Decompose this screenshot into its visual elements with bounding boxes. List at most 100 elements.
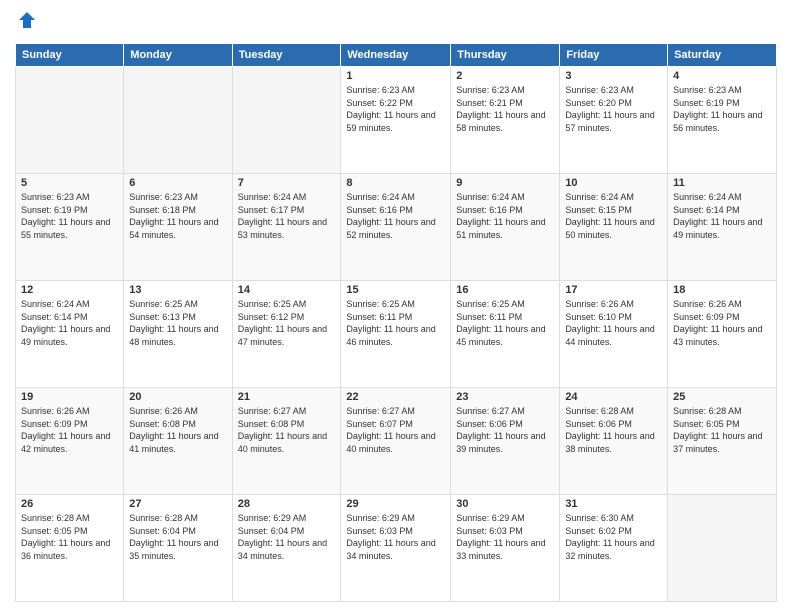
calendar-week-4: 19 Sunrise: 6:26 AMSunset: 6:09 PMDayligh… <box>16 388 777 495</box>
calendar-cell <box>124 67 232 174</box>
day-info: Sunrise: 6:24 AMSunset: 6:16 PMDaylight:… <box>346 192 435 240</box>
day-info: Sunrise: 6:27 AMSunset: 6:08 PMDaylight:… <box>238 406 327 454</box>
day-info: Sunrise: 6:28 AMSunset: 6:05 PMDaylight:… <box>21 513 110 561</box>
day-number: 26 <box>21 498 118 510</box>
day-number: 13 <box>129 284 226 296</box>
day-number: 6 <box>129 177 226 189</box>
day-info: Sunrise: 6:25 AMSunset: 6:12 PMDaylight:… <box>238 299 327 347</box>
day-number: 4 <box>673 70 771 82</box>
logo-icon <box>17 10 37 30</box>
calendar-cell: 5 Sunrise: 6:23 AMSunset: 6:19 PMDaylight… <box>16 174 124 281</box>
calendar-cell: 13 Sunrise: 6:25 AMSunset: 6:13 PMDayligh… <box>124 281 232 388</box>
day-number: 27 <box>129 498 226 510</box>
day-number: 15 <box>346 284 445 296</box>
day-number: 22 <box>346 391 445 403</box>
calendar-cell: 8 Sunrise: 6:24 AMSunset: 6:16 PMDaylight… <box>341 174 451 281</box>
calendar-body: 1 Sunrise: 6:23 AMSunset: 6:22 PMDaylight… <box>16 67 777 602</box>
day-number: 8 <box>346 177 445 189</box>
day-number: 16 <box>456 284 554 296</box>
day-info: Sunrise: 6:27 AMSunset: 6:07 PMDaylight:… <box>346 406 435 454</box>
calendar-cell: 25Sunrise: 6:28 AMSunset: 6:05 PMDayligh… <box>668 388 777 495</box>
calendar-cell: 20 Sunrise: 6:26 AMSunset: 6:08 PMDayligh… <box>124 388 232 495</box>
day-info: Sunrise: 6:23 AMSunset: 6:19 PMDaylight:… <box>673 85 762 133</box>
calendar-cell: 6 Sunrise: 6:23 AMSunset: 6:18 PMDaylight… <box>124 174 232 281</box>
day-info: Sunrise: 6:28 AMSunset: 6:04 PMDaylight:… <box>129 513 218 561</box>
calendar-cell: 22 Sunrise: 6:27 AMSunset: 6:07 PMDayligh… <box>341 388 451 495</box>
calendar-cell: 9 Sunrise: 6:24 AMSunset: 6:16 PMDaylight… <box>451 174 560 281</box>
day-info: Sunrise: 6:23 AMSunset: 6:21 PMDaylight:… <box>456 85 545 133</box>
day-info: Sunrise: 6:29 AMSunset: 6:03 PMDaylight:… <box>346 513 435 561</box>
day-number: 11 <box>673 177 771 189</box>
day-info: Sunrise: 6:24 AMSunset: 6:16 PMDaylight:… <box>456 192 545 240</box>
day-info: Sunrise: 6:23 AMSunset: 6:22 PMDaylight:… <box>346 85 435 133</box>
calendar-cell: 30Sunrise: 6:29 AMSunset: 6:03 PMDayligh… <box>451 495 560 602</box>
calendar-header-sunday: Sunday <box>16 44 124 67</box>
day-info: Sunrise: 6:26 AMSunset: 6:08 PMDaylight:… <box>129 406 218 454</box>
day-info: Sunrise: 6:29 AMSunset: 6:04 PMDaylight:… <box>238 513 327 561</box>
calendar-cell: 31Sunrise: 6:30 AMSunset: 6:02 PMDayligh… <box>560 495 668 602</box>
day-number: 20 <box>129 391 226 403</box>
day-info: Sunrise: 6:23 AMSunset: 6:20 PMDaylight:… <box>565 85 654 133</box>
day-number: 3 <box>565 70 662 82</box>
day-info: Sunrise: 6:28 AMSunset: 6:06 PMDaylight:… <box>565 406 654 454</box>
calendar-cell <box>16 67 124 174</box>
day-info: Sunrise: 6:25 AMSunset: 6:11 PMDaylight:… <box>346 299 435 347</box>
calendar-cell: 3 Sunrise: 6:23 AMSunset: 6:20 PMDaylight… <box>560 67 668 174</box>
day-number: 10 <box>565 177 662 189</box>
day-number: 2 <box>456 70 554 82</box>
calendar-cell: 23 Sunrise: 6:27 AMSunset: 6:06 PMDayligh… <box>451 388 560 495</box>
calendar-week-1: 1 Sunrise: 6:23 AMSunset: 6:22 PMDaylight… <box>16 67 777 174</box>
day-info: Sunrise: 6:27 AMSunset: 6:06 PMDaylight:… <box>456 406 545 454</box>
day-number: 29 <box>346 498 445 510</box>
calendar-cell: 10 Sunrise: 6:24 AMSunset: 6:15 PMDayligh… <box>560 174 668 281</box>
day-number: 23 <box>456 391 554 403</box>
day-info: Sunrise: 6:26 AMSunset: 6:10 PMDaylight:… <box>565 299 654 347</box>
calendar-cell: 4 Sunrise: 6:23 AMSunset: 6:19 PMDaylight… <box>668 67 777 174</box>
calendar-cell: 2 Sunrise: 6:23 AMSunset: 6:21 PMDaylight… <box>451 67 560 174</box>
calendar-cell <box>668 495 777 602</box>
day-number: 5 <box>21 177 118 189</box>
calendar-header-wednesday: Wednesday <box>341 44 451 67</box>
calendar-cell: 28 Sunrise: 6:29 AMSunset: 6:04 PMDayligh… <box>232 495 341 602</box>
calendar-week-3: 12Sunrise: 6:24 AMSunset: 6:14 PMDayligh… <box>16 281 777 388</box>
calendar-cell: 7Sunrise: 6:24 AMSunset: 6:17 PMDaylight… <box>232 174 341 281</box>
day-info: Sunrise: 6:24 AMSunset: 6:14 PMDaylight:… <box>21 299 110 347</box>
calendar-header-tuesday: Tuesday <box>232 44 341 67</box>
day-info: Sunrise: 6:29 AMSunset: 6:03 PMDaylight:… <box>456 513 545 561</box>
page: SundayMondayTuesdayWednesdayThursdayFrid… <box>0 0 792 612</box>
day-number: 24 <box>565 391 662 403</box>
day-number: 25 <box>673 391 771 403</box>
calendar-table: SundayMondayTuesdayWednesdayThursdayFrid… <box>15 43 777 602</box>
calendar-cell: 15 Sunrise: 6:25 AMSunset: 6:11 PMDayligh… <box>341 281 451 388</box>
calendar-cell: 29 Sunrise: 6:29 AMSunset: 6:03 PMDayligh… <box>341 495 451 602</box>
day-info: Sunrise: 6:25 AMSunset: 6:11 PMDaylight:… <box>456 299 545 347</box>
calendar-header-thursday: Thursday <box>451 44 560 67</box>
calendar-cell: 1 Sunrise: 6:23 AMSunset: 6:22 PMDaylight… <box>341 67 451 174</box>
calendar-cell: 19 Sunrise: 6:26 AMSunset: 6:09 PMDayligh… <box>16 388 124 495</box>
day-info: Sunrise: 6:24 AMSunset: 6:17 PMDaylight:… <box>238 192 327 240</box>
day-info: Sunrise: 6:24 AMSunset: 6:15 PMDaylight:… <box>565 192 654 240</box>
calendar-cell: 14 Sunrise: 6:25 AMSunset: 6:12 PMDayligh… <box>232 281 341 388</box>
calendar-cell: 17 Sunrise: 6:26 AMSunset: 6:10 PMDayligh… <box>560 281 668 388</box>
day-number: 9 <box>456 177 554 189</box>
header <box>15 10 777 35</box>
calendar-header-row: SundayMondayTuesdayWednesdayThursdayFrid… <box>16 44 777 67</box>
day-info: Sunrise: 6:26 AMSunset: 6:09 PMDaylight:… <box>21 406 110 454</box>
day-info: Sunrise: 6:25 AMSunset: 6:13 PMDaylight:… <box>129 299 218 347</box>
calendar-cell: 27 Sunrise: 6:28 AMSunset: 6:04 PMDayligh… <box>124 495 232 602</box>
day-number: 28 <box>238 498 336 510</box>
day-number: 19 <box>21 391 118 403</box>
calendar-cell: 21 Sunrise: 6:27 AMSunset: 6:08 PMDayligh… <box>232 388 341 495</box>
calendar-cell: 12Sunrise: 6:24 AMSunset: 6:14 PMDayligh… <box>16 281 124 388</box>
day-number: 17 <box>565 284 662 296</box>
day-number: 1 <box>346 70 445 82</box>
day-number: 14 <box>238 284 336 296</box>
day-number: 21 <box>238 391 336 403</box>
day-info: Sunrise: 6:24 AMSunset: 6:14 PMDaylight:… <box>673 192 762 240</box>
calendar-header-saturday: Saturday <box>668 44 777 67</box>
calendar-week-2: 5 Sunrise: 6:23 AMSunset: 6:19 PMDaylight… <box>16 174 777 281</box>
day-info: Sunrise: 6:23 AMSunset: 6:18 PMDaylight:… <box>129 192 218 240</box>
calendar-cell: 18Sunrise: 6:26 AMSunset: 6:09 PMDayligh… <box>668 281 777 388</box>
day-info: Sunrise: 6:23 AMSunset: 6:19 PMDaylight:… <box>21 192 110 240</box>
calendar-week-5: 26 Sunrise: 6:28 AMSunset: 6:05 PMDayligh… <box>16 495 777 602</box>
